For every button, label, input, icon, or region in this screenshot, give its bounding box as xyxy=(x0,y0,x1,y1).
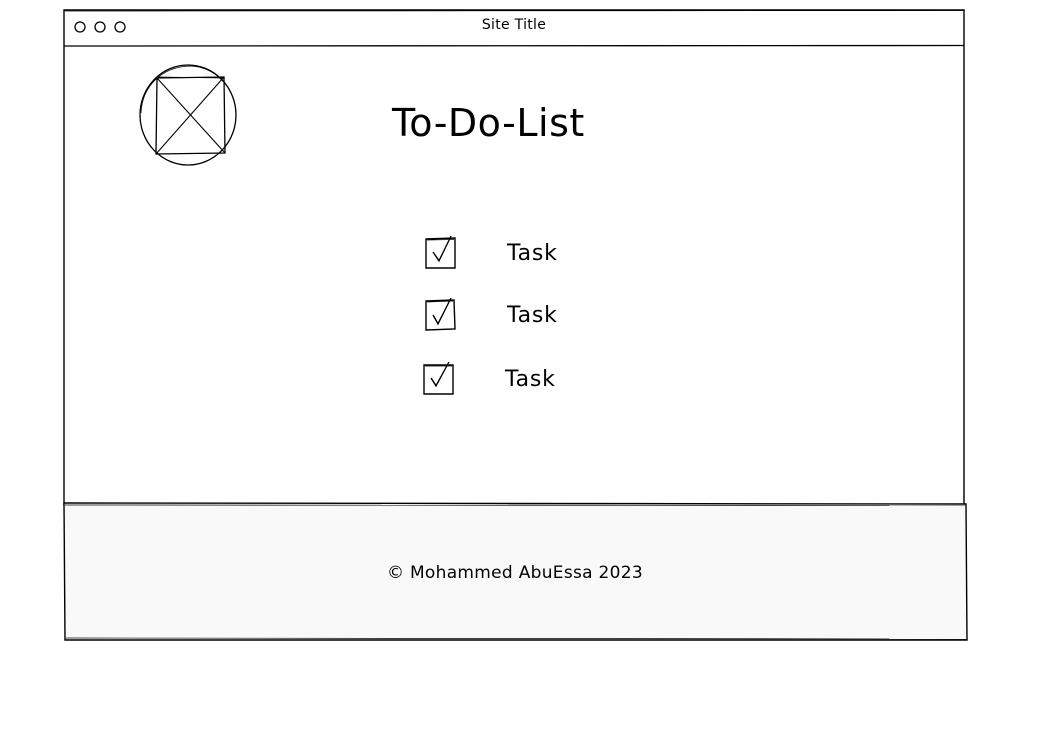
task-label: Task xyxy=(507,241,558,266)
task-item[interactable]: Task xyxy=(424,236,584,270)
footer-copyright: © Mohammed AbuEssa 2023 xyxy=(386,563,644,583)
task-item[interactable]: Task xyxy=(422,362,582,396)
task-label: Task xyxy=(505,367,556,392)
task-item[interactable]: Task xyxy=(424,298,584,332)
checkbox-checked-icon[interactable] xyxy=(424,298,458,332)
page-title: To-Do-List xyxy=(392,101,585,145)
checkbox-checked-icon[interactable] xyxy=(424,236,458,270)
window-title: Site Title xyxy=(481,17,547,33)
task-label: Task xyxy=(507,303,558,328)
checkbox-checked-icon[interactable] xyxy=(422,362,456,396)
